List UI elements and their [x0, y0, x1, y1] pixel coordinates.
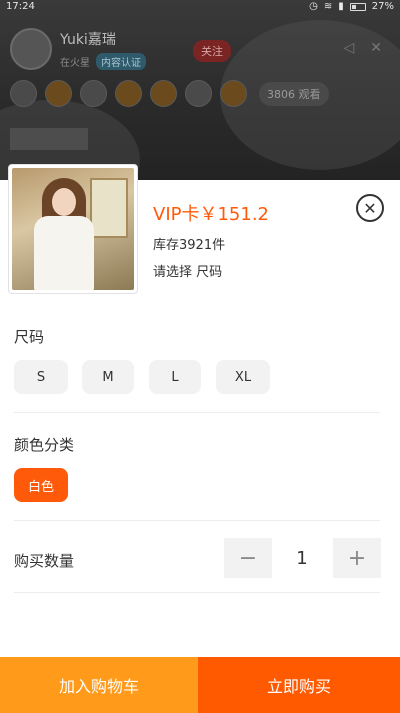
viewer-avatar[interactable] — [45, 80, 72, 107]
product-image-window — [90, 178, 128, 238]
signal-icon: ▮ — [338, 1, 344, 12]
host-location-tag: 在火星 — [60, 57, 90, 69]
battery-percent: 27% — [371, 1, 394, 12]
action-bar: 加入购物车 立即购买 — [0, 657, 400, 713]
host-info: Yuki嘉瑞 在火星 内容认证 — [10, 28, 146, 70]
status-time: 17:24 — [6, 1, 35, 12]
viewer-avatars: 3806 观看 — [10, 80, 329, 107]
size-section-title: 尺码 — [14, 328, 45, 346]
blurred-comment — [10, 128, 88, 150]
quantity-decrement-button[interactable]: − — [224, 538, 272, 578]
alarm-icon: ◷ — [309, 1, 318, 12]
viewer-avatar[interactable] — [150, 80, 177, 107]
divider — [14, 592, 380, 593]
viewer-avatar[interactable] — [185, 80, 212, 107]
quantity-increment-button[interactable]: + — [333, 538, 381, 578]
viewer-avatar[interactable] — [220, 80, 247, 107]
host-avatar[interactable] — [10, 28, 52, 70]
host-name: Yuki嘉瑞 — [60, 31, 116, 48]
size-option-l[interactable]: L — [149, 360, 201, 394]
host-badge: 内容认证 — [96, 52, 146, 70]
close-stream-icon[interactable]: ✕ — [370, 40, 382, 56]
add-to-cart-button[interactable]: 加入购物车 — [0, 657, 198, 713]
size-option-s[interactable]: S — [14, 360, 68, 394]
plus-icon: + — [347, 545, 367, 571]
size-option-xl[interactable]: XL — [216, 360, 270, 394]
minus-icon: − — [238, 545, 258, 571]
color-option-white[interactable]: 白色 — [14, 468, 68, 502]
selection-prompt: 请选择 尺码 — [153, 265, 223, 280]
live-stream-backdrop: 17:24 ◷ ≋ ▮ 27% Yuki嘉瑞 在火星 内容认证 关注 ◁ ✕ 3… — [0, 0, 400, 180]
follow-button[interactable]: 关注 — [193, 40, 231, 62]
viewer-count: 3806 观看 — [259, 81, 329, 106]
share-icon[interactable]: ◁ — [343, 40, 354, 56]
product-image — [12, 168, 134, 290]
color-section-title: 颜色分类 — [14, 436, 75, 454]
divider — [14, 520, 380, 521]
viewer-avatar[interactable] — [80, 80, 107, 107]
close-sheet-button[interactable]: ✕ — [356, 194, 384, 222]
close-icon: ✕ — [363, 198, 377, 218]
product-image-face — [52, 188, 76, 216]
quantity-value[interactable]: 1 — [272, 538, 332, 578]
divider — [14, 412, 380, 413]
wifi-icon: ≋ — [323, 1, 333, 12]
viewer-avatar[interactable] — [115, 80, 142, 107]
product-image-dress — [34, 216, 94, 290]
status-bar: 17:24 ◷ ≋ ▮ 27% — [0, 0, 400, 14]
product-thumbnail — [8, 164, 138, 294]
product-price: VIP卡￥151.2 — [153, 204, 270, 225]
viewer-avatar[interactable] — [10, 80, 37, 107]
size-option-m[interactable]: M — [82, 360, 134, 394]
host-meta: 在火星 内容认证 — [60, 52, 146, 70]
status-icons: ◷ ≋ ▮ 27% — [309, 0, 394, 14]
stream-top-icons: ◁ ✕ — [343, 40, 382, 56]
sku-selection-sheet: VIP卡￥151.2 库存3921件 请选择 尺码 ✕ 尺码 S M L XL … — [0, 164, 400, 713]
battery-icon — [349, 3, 366, 11]
product-stock: 库存3921件 — [153, 238, 226, 253]
buy-now-button[interactable]: 立即购买 — [198, 657, 400, 713]
quantity-section-title: 购买数量 — [14, 552, 75, 570]
